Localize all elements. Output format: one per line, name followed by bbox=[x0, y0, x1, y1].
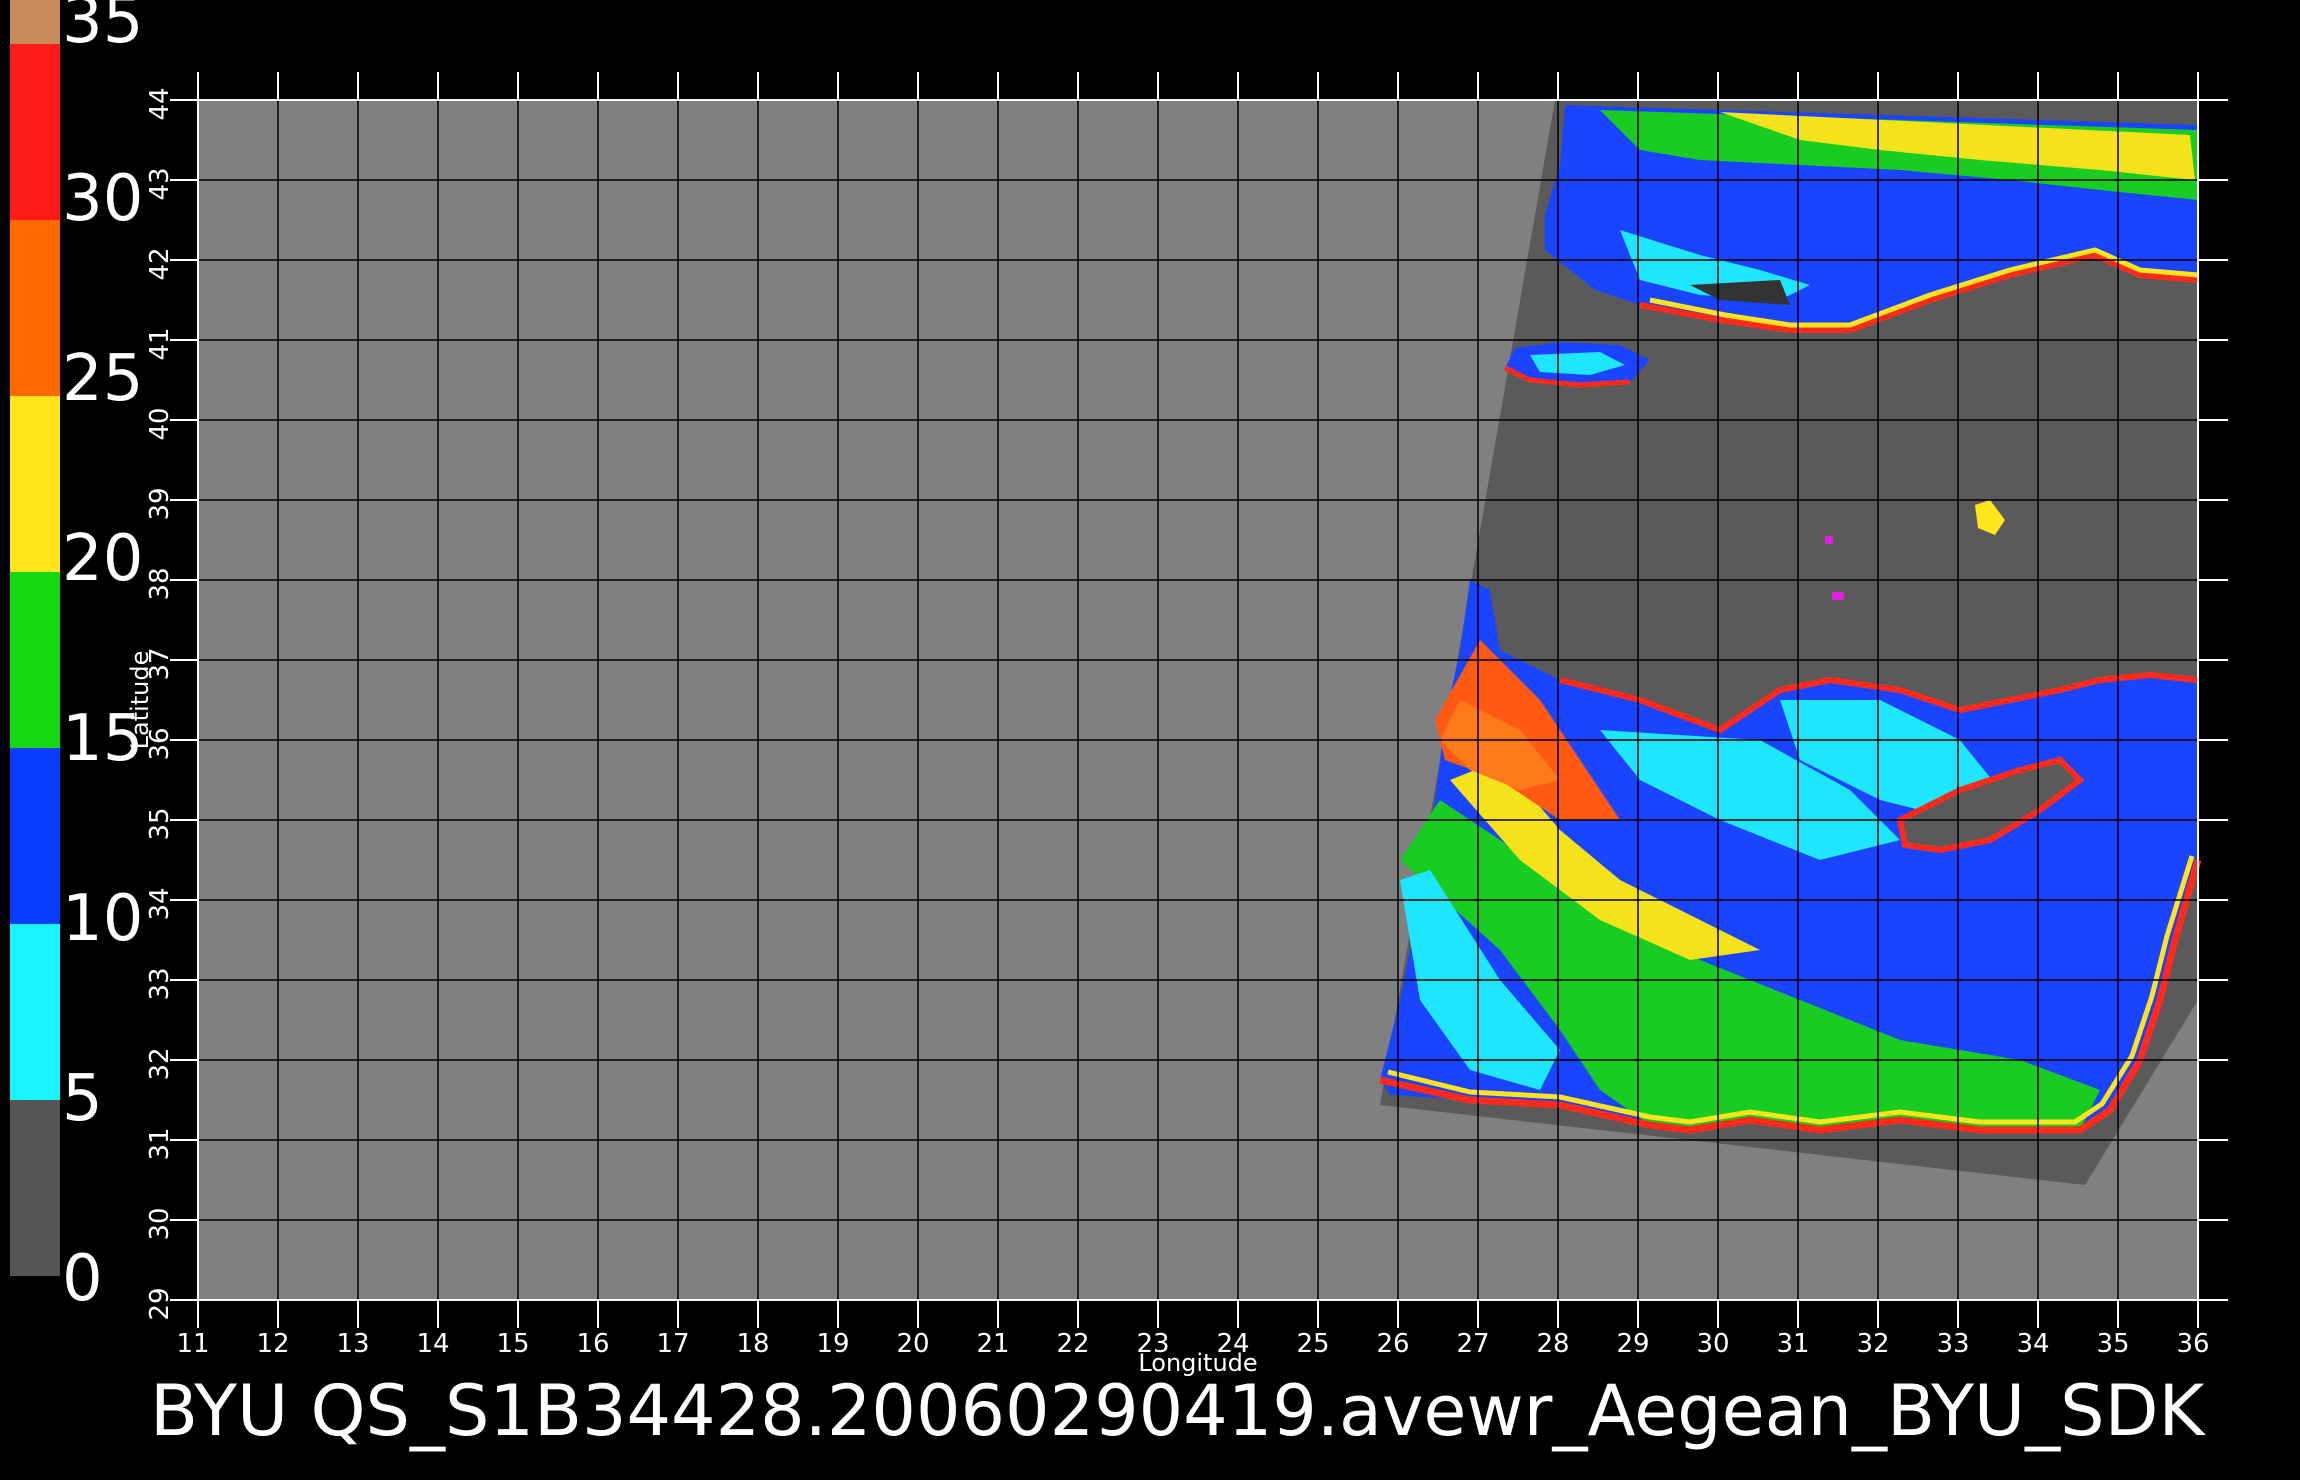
colorbar-segment bbox=[10, 44, 60, 220]
x-tick-label: 20 bbox=[896, 1329, 929, 1359]
x-tick-label: 15 bbox=[496, 1329, 529, 1359]
x-tick-label: 33 bbox=[1936, 1329, 1969, 1359]
y-tick-label: 32 bbox=[145, 1047, 175, 1080]
x-tick-label: 12 bbox=[256, 1329, 289, 1359]
x-tick-label: 32 bbox=[1856, 1329, 1889, 1359]
x-tick-label: 14 bbox=[416, 1329, 449, 1359]
colorbar-segment bbox=[10, 924, 60, 1100]
x-tick-label: 13 bbox=[336, 1329, 369, 1359]
colorbar-segment bbox=[10, 572, 60, 748]
x-tick-label: 29 bbox=[1616, 1329, 1649, 1359]
colorbar-segment bbox=[10, 396, 60, 572]
x-tick-label: 11 bbox=[176, 1329, 209, 1359]
x-tick-label: 31 bbox=[1776, 1329, 1809, 1359]
footer-title: BYU QS_S1B34428.20060290419.avewr_Aegean… bbox=[150, 1370, 2206, 1452]
colorbar: 35302520151050 bbox=[10, 0, 143, 1316]
x-tick-label: 30 bbox=[1696, 1329, 1729, 1359]
y-tick-label: 38 bbox=[145, 567, 175, 600]
y-tick-label: 41 bbox=[145, 327, 175, 360]
colorbar-label: 25 bbox=[62, 342, 143, 416]
colorbar-label: 30 bbox=[62, 162, 143, 236]
y-axis-title: Latitude bbox=[126, 651, 154, 750]
x-tick-label: 16 bbox=[576, 1329, 609, 1359]
x-tick-label: 27 bbox=[1456, 1329, 1489, 1359]
x-tick-label: 25 bbox=[1296, 1329, 1329, 1359]
colorbar-label: 20 bbox=[62, 522, 143, 596]
x-tick-label: 34 bbox=[2016, 1329, 2049, 1359]
x-tick-label: 36 bbox=[2176, 1329, 2209, 1359]
y-tick-label: 34 bbox=[145, 887, 175, 920]
x-tick-label: 18 bbox=[736, 1329, 769, 1359]
x-tick-label: 22 bbox=[1056, 1329, 1089, 1359]
colorbar-segment bbox=[10, 748, 60, 924]
colorbar-segment bbox=[10, 1100, 60, 1276]
y-tick-label: 43 bbox=[145, 167, 175, 200]
colorbar-label: 5 bbox=[62, 1062, 103, 1136]
colorbar-label: 35 bbox=[62, 0, 143, 58]
colorbar-label: 0 bbox=[62, 1242, 103, 1316]
y-tick-label: 44 bbox=[145, 87, 175, 120]
x-tick-label: 28 bbox=[1536, 1329, 1569, 1359]
y-tick-label: 31 bbox=[145, 1127, 175, 1160]
colorbar-segment bbox=[10, 220, 60, 396]
x-tick-label: 21 bbox=[976, 1329, 1009, 1359]
y-tick-label: 40 bbox=[145, 407, 175, 440]
colorbar-label: 10 bbox=[62, 882, 143, 956]
y-tick-label: 35 bbox=[145, 807, 175, 840]
x-tick-label: 19 bbox=[816, 1329, 849, 1359]
y-tick-label: 33 bbox=[145, 967, 175, 1000]
x-tick-label: 35 bbox=[2096, 1329, 2129, 1359]
colorbar-segment bbox=[10, 0, 60, 44]
x-tick-label: 26 bbox=[1376, 1329, 1409, 1359]
plot-canvas: 35 30 25 20 15 10 5 0 11 12 13 14 15 16 17 18 1… bbox=[10, 0, 2228, 1452]
y-tick-label: 30 bbox=[145, 1207, 175, 1240]
y-tick-label: 39 bbox=[145, 487, 175, 520]
x-tick-label: 17 bbox=[656, 1329, 689, 1359]
y-tick-label: 29 bbox=[145, 1287, 175, 1320]
y-tick-label: 42 bbox=[145, 247, 175, 280]
